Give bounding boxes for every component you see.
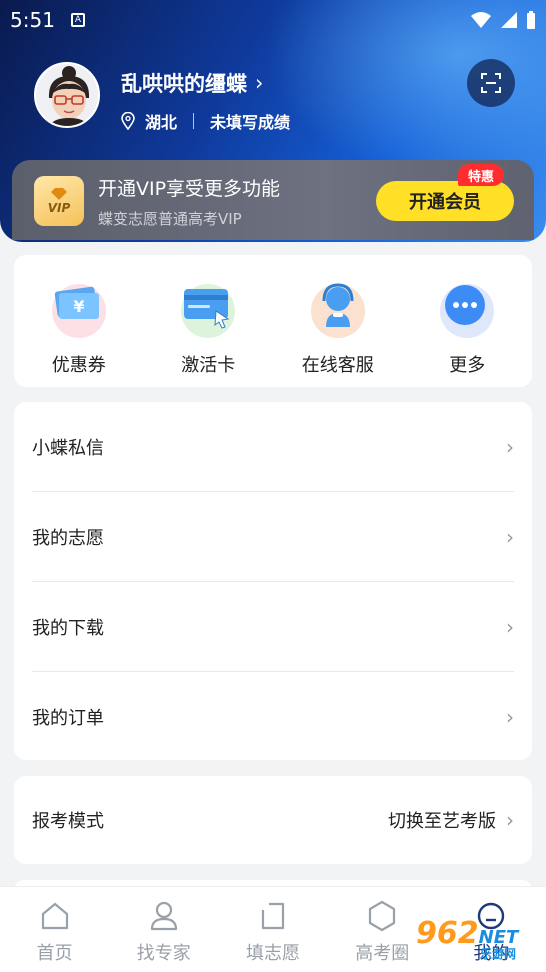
discount-tag: 特惠 [458,164,505,186]
coupon-icon: ¥ [47,275,111,339]
exam-mode-row[interactable]: 报考模式 切换至艺考版 › [14,776,532,864]
tab-label: 填志愿 [246,943,300,964]
more-icon [435,275,499,339]
wifi-icon [471,12,491,28]
home-icon [41,902,68,930]
quick-action-label: 激活卡 [181,355,236,376]
vip-badge-text: VIP [47,201,71,215]
chevron-right-icon: › [506,614,514,639]
status-time: 5:51 [10,8,55,32]
scan-icon [481,73,501,93]
user-info: 湖北 未填写成绩 [121,109,290,133]
quick-action-more[interactable]: 更多 [403,255,533,387]
vip-badge: VIP [34,176,84,226]
profile-header: 5:51 A 乱哄哄的缰蝶 › 湖北 未填写成绩 VIP 开通VIP享受更多功能… [0,0,546,242]
customer-service-icon [306,275,370,339]
avatar[interactable] [34,62,100,128]
scan-button[interactable] [467,59,515,107]
diamond-icon [51,188,67,200]
menu-list: 小蝶私信 › 我的志愿 › 我的下载 › 我的订单 › [14,402,532,760]
menu-item-label: 我的订单 [32,708,104,729]
divider [193,113,195,129]
tab-label: 首页 [36,943,73,964]
score-status-text[interactable]: 未填写成绩 [210,109,290,133]
menu-item-label: 我的下载 [32,617,104,639]
notification-icon: A [70,13,85,27]
signal-icon [501,12,517,28]
switch-mode-link[interactable]: 切换至艺考版 › [388,807,514,833]
username: 乱哄哄的缰蝶 [121,72,247,96]
quick-action-coupon[interactable]: ¥ 优惠券 [14,255,144,387]
quick-action-activation-card[interactable]: 激活卡 [144,255,274,387]
menu-item-my-applications[interactable]: 我的志愿 › [32,492,514,582]
quick-action-label: 优惠券 [51,355,106,376]
vip-subtitle: 蝶变志愿普通高考VIP [98,210,242,228]
tab-find-expert[interactable]: 找专家 [109,887,218,972]
chevron-right-icon: › [255,71,264,95]
tab-label: 高考圈 [355,943,410,964]
person-icon [150,901,177,931]
vip-card[interactable]: VIP 开通VIP享受更多功能 蝶变志愿普通高考VIP 开通会员 特惠 [12,160,534,240]
vip-title: 开通VIP享受更多功能 [98,178,281,200]
watermark-sub: 乐游网 [480,947,517,961]
menu-item-messages[interactable]: 小蝶私信 › [32,402,514,492]
region-text: 湖北 [145,113,178,132]
hexagon-icon [369,900,396,932]
quick-action-label: 更多 [449,355,486,376]
battery-icon [527,11,535,29]
watermark-main: 962 [416,916,479,951]
menu-item-my-downloads[interactable]: 我的下载 › [32,582,514,672]
menu-item-label: 小蝶私信 [32,437,104,459]
chevron-right-icon: › [506,434,514,459]
chevron-right-icon: › [506,705,514,729]
menu-item-my-orders[interactable]: 我的订单 › [32,672,514,762]
tab-fill-application[interactable]: 填志愿 [218,887,327,972]
menu-item-label: 我的志愿 [32,527,104,549]
quick-actions: ¥ 优惠券 激活卡 在线客服 更多 [14,255,532,387]
location-icon [121,112,135,130]
status-bar: 5:51 A [0,0,546,40]
chevron-right-icon: › [506,524,514,549]
status-icons [470,10,536,30]
open-vip-button[interactable]: 开通会员 [376,181,514,221]
card-icon [176,275,240,339]
quick-action-customer-service[interactable]: 在线客服 [273,255,403,387]
quick-action-label: 在线客服 [301,355,374,376]
username-row[interactable]: 乱哄哄的缰蝶 › [121,68,263,98]
svg-text:¥: ¥ [73,297,84,316]
avatar-illustration [36,64,98,126]
form-icon [261,902,285,930]
switch-mode-text: 切换至艺考版 [388,811,496,832]
tab-home[interactable]: 首页 [0,887,109,972]
exam-mode-label: 报考模式 [32,811,104,832]
chevron-right-icon: › [506,808,514,832]
tab-label: 找专家 [136,943,191,964]
